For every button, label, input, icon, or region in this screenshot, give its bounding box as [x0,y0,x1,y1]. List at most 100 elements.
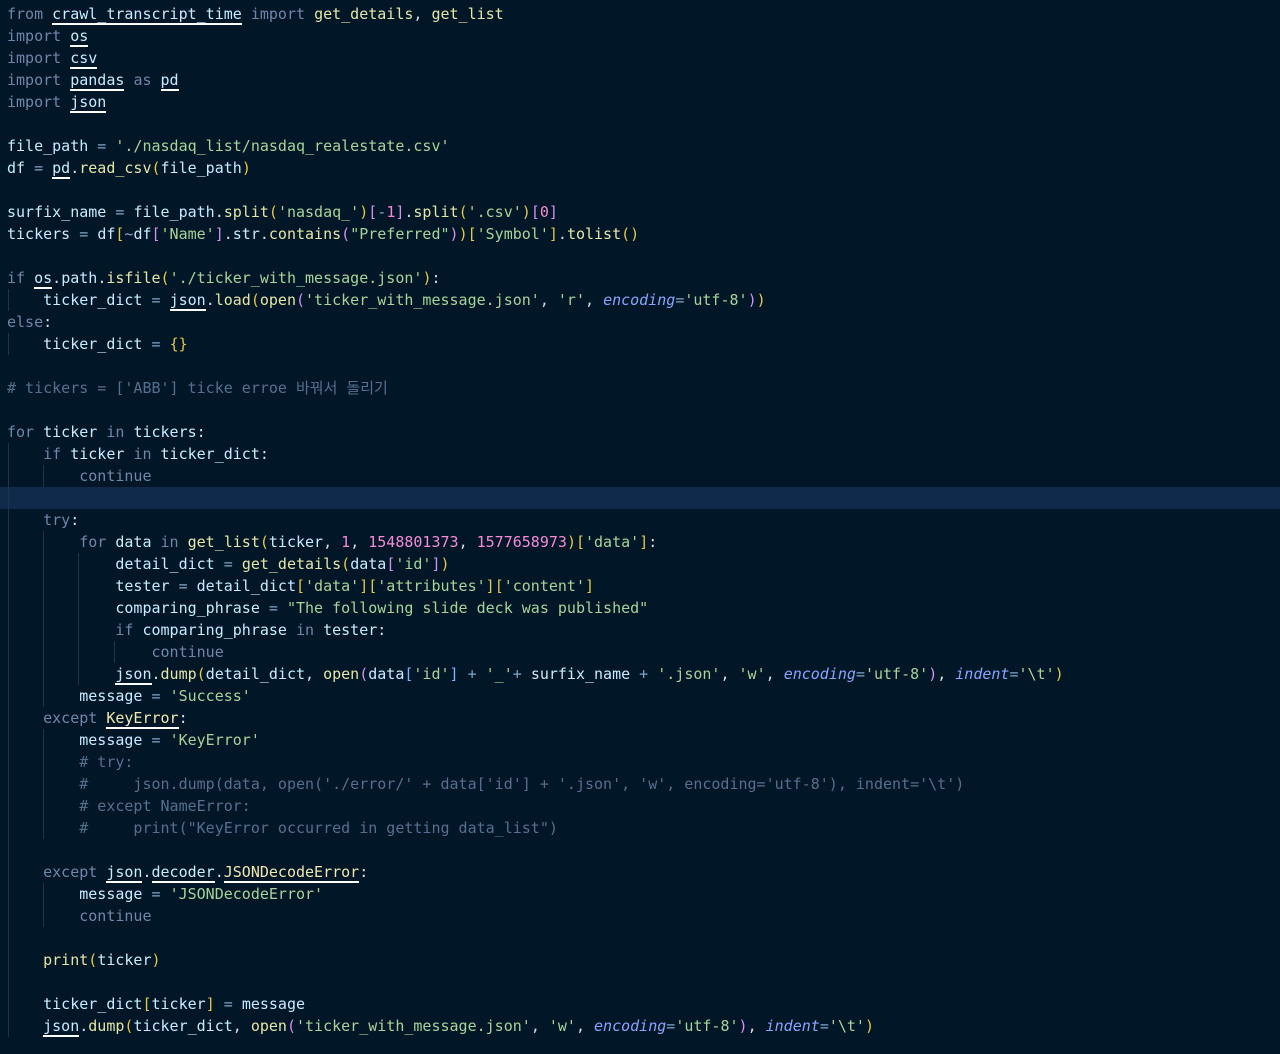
code-line[interactable]: ticker_dict = json.load(open('ticker_wit… [0,289,1280,311]
code-token: if [115,621,134,639]
code-line[interactable]: comparing_phrase = "The following slide … [0,597,1280,619]
code-token: json [106,863,143,883]
code-line[interactable]: import csv [0,47,1280,69]
code-token: 'data' [585,533,640,551]
code-line[interactable] [0,839,1280,861]
code-line[interactable]: if comparing_phrase in tester: [0,619,1280,641]
code-token: in [133,445,152,463]
code-line[interactable]: json.dump(detail_dict, open(data['id'] +… [0,663,1280,685]
code-token: ticker [43,423,98,441]
code-token: as [133,71,152,89]
code-line[interactable]: continue [0,465,1280,487]
code-token: for [7,423,35,441]
code-token: surfix_name [530,665,631,683]
code-token: = [855,665,865,683]
code-token: json [43,1017,80,1037]
indent-guide [8,949,9,971]
code-line[interactable]: ticker_dict[ticker] = message [0,993,1280,1015]
code-line[interactable]: continue [0,641,1280,663]
code-line[interactable]: # json.dump(data, open('./error/' + data… [0,773,1280,795]
code-line[interactable]: surfix_name = file_path.split('nasdaq_')… [0,201,1280,223]
indent-guide [43,531,45,553]
code-line[interactable]: else: [0,311,1280,333]
code-line[interactable]: file_path = './nasdaq_list/nasdaq_reales… [0,135,1280,157]
code-token: # except NameError: [79,797,251,815]
code-token: tickers [133,423,197,441]
code-line[interactable]: except KeyError: [0,707,1280,729]
code-token: ticker_dict [43,291,143,309]
code-token: ] [485,577,495,595]
code-line[interactable]: # try: [0,751,1280,773]
code-token: 'utf-8' [684,291,748,309]
code-token: crawl_transcript_time [52,5,242,25]
code-token: import [250,5,306,23]
code-token: = [142,335,170,353]
code-line[interactable]: continue [0,905,1280,927]
code-token: , [305,665,324,683]
code-token: . [70,159,80,177]
code-line[interactable]: tester = detail_dict['data']['attributes… [0,575,1280,597]
code-token: 'utf-8' [864,665,929,683]
code-line[interactable]: import json [0,91,1280,113]
code-line[interactable] [0,971,1280,993]
code-line[interactable]: print(ticker) [0,949,1280,971]
code-line[interactable]: from crawl_transcript_time import get_de… [0,3,1280,25]
code-token: 0 [539,203,549,221]
code-line[interactable]: # print("KeyError occurred in getting da… [0,817,1280,839]
code-line[interactable] [0,113,1280,135]
indent-guide [43,905,45,927]
code-line[interactable] [0,927,1280,949]
indent-guide [78,553,80,575]
code-line[interactable]: json.dump(ticker_dict, open('ticker_with… [0,1015,1280,1037]
code-token: 'w' [548,1017,576,1035]
code-line[interactable]: tickers = df[~df['Name'].str.contains("P… [0,223,1280,245]
indent-guide [8,993,9,1015]
code-line[interactable] [0,355,1280,377]
code-token: ] [548,203,558,221]
indent-guide [8,575,9,597]
code-token: in [106,423,125,441]
code-token: read_csv [79,159,152,177]
code-token: get_details [314,5,414,23]
code-line[interactable]: # except NameError: [0,795,1280,817]
code-line[interactable]: import os [0,25,1280,47]
code-token: ticker_dict [133,1017,233,1035]
code-line[interactable] [0,245,1280,267]
code-token: os [70,27,89,47]
indent-guide [43,795,45,817]
code-token: 1577658973 [476,533,567,551]
code-editor[interactable]: from crawl_transcript_time import get_de… [0,3,1280,1037]
code-line[interactable]: if ticker in ticker_dict: [0,443,1280,465]
code-line[interactable]: message = 'Success' [0,685,1280,707]
code-line[interactable]: for ticker in tickers: [0,421,1280,443]
code-line[interactable]: except json.decoder.JSONDecodeError: [0,861,1280,883]
code-line[interactable]: message = 'KeyError' [0,729,1280,751]
indent-guide [43,817,45,839]
code-line[interactable]: import pandas as pd [0,69,1280,91]
code-line[interactable]: try: [0,509,1280,531]
code-line[interactable] [0,399,1280,421]
code-line[interactable]: ticker_dict = {} [0,333,1280,355]
code-line[interactable]: for data in get_list(ticker, 1, 15488013… [0,531,1280,553]
code-line[interactable]: # tickers = ['ABB'] ticke erroe 바꿔서 돌리기 [0,377,1280,399]
code-line[interactable]: if os.path.isfile('./ticker_with_message… [0,267,1280,289]
code-token: JSONDecodeError [223,863,360,883]
code-token: ) [1054,665,1064,683]
code-token: df [97,225,116,243]
code-token: ] [431,555,441,573]
code-token: . [205,291,215,309]
code-line[interactable] [0,179,1280,201]
code-token: from [7,5,44,23]
indent-guide [78,619,80,641]
code-line[interactable]: message = 'JSONDecodeError' [0,883,1280,905]
code-token: . [52,269,62,287]
indent-guide [8,773,9,795]
code-line[interactable]: df = pd.read_csv(file_path) [0,157,1280,179]
code-token: # try: [79,753,134,771]
indent-guide [8,443,9,465]
code-line[interactable] [0,487,1280,509]
code-token: {} [169,335,188,353]
code-line[interactable]: detail_dict = get_details(data['id']) [0,553,1280,575]
